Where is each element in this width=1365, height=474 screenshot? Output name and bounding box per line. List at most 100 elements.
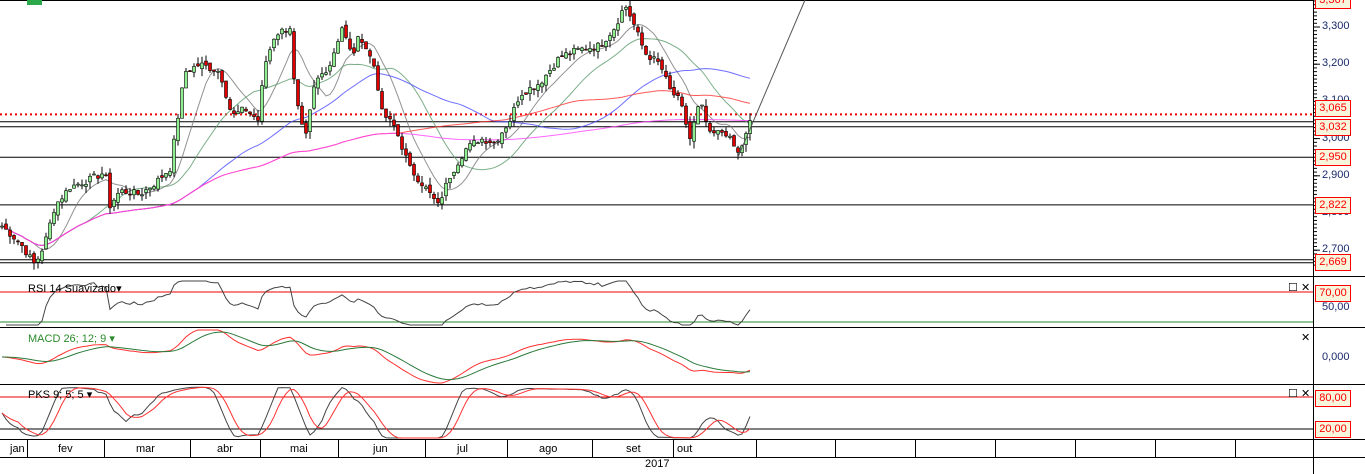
macd-pane-controls[interactable]: ✕ [1301,332,1310,344]
pks-title[interactable]: PKS 9; 5; 5 ▾ [28,388,92,401]
candle [20,242,24,246]
maximize-icon[interactable]: ☐ [1288,388,1298,400]
candle [384,108,388,118]
candle [592,48,596,51]
candle [496,140,500,143]
candle [272,38,276,49]
candle [96,175,100,179]
candle [676,92,680,96]
candle [720,130,724,133]
candle [388,116,392,120]
candle [60,198,64,203]
candle [396,124,400,137]
candle [528,87,532,94]
candle [72,184,76,189]
month-label: jan [10,443,25,455]
candle [572,48,576,55]
candle [356,36,360,52]
rsi-pane-controls[interactable]: ☐ ✕ [1288,282,1310,294]
candle [360,39,364,43]
candle [608,35,612,41]
price-axis-label: 3,200 [1322,57,1350,70]
level-tag: 2,950 [1315,149,1351,167]
candle [632,13,636,25]
candle [656,58,660,62]
candle [732,135,736,147]
rsi-title[interactable]: RSI 14 Suavizado▾ [28,282,122,295]
candle [84,184,88,187]
candle [156,177,160,190]
candle [180,87,184,119]
macd-title[interactable]: MACD 26; 12; 9 ▾ [28,332,115,345]
maximize-icon[interactable]: ☐ [1288,282,1298,294]
candle [256,116,260,121]
candle [76,183,80,186]
candle [288,28,292,35]
candle [200,62,204,69]
candle [508,121,512,128]
candle [328,65,332,72]
candle [276,34,280,40]
level-tag: 3,367 [1315,0,1351,9]
candle [696,106,700,125]
candle [432,193,436,199]
month-label: mai [290,443,308,455]
close-icon[interactable]: ✕ [1301,332,1310,344]
candle [700,104,704,107]
month-label: ago [539,443,558,455]
indicator-icon [27,0,42,5]
candle [300,105,304,125]
level-tag: 3,065 [1315,100,1351,118]
candle [36,258,40,263]
candle [444,182,448,197]
candle [316,77,320,89]
candle [520,95,524,101]
candle [224,80,228,98]
candle [268,49,272,62]
candle [668,75,672,90]
candle [452,171,456,176]
candle [312,86,316,109]
candle [400,136,404,150]
candle [264,61,268,88]
candle [476,142,480,145]
close-icon[interactable]: ✕ [1301,388,1310,400]
candle [468,143,472,151]
candle [708,123,712,132]
month-label: jun [373,443,388,455]
candle [4,223,8,230]
candle [120,189,124,193]
candle [644,45,648,55]
candle [600,45,604,47]
candle [296,79,300,107]
candle [132,189,136,196]
candle [240,106,244,113]
pks-pane-controls[interactable]: ☐ ✕ [1288,388,1310,400]
candle [504,127,508,133]
candle [416,175,420,183]
candle [68,189,72,192]
candle [380,91,384,110]
candle [168,171,172,176]
month-label: jul [457,443,469,455]
candle [192,66,196,73]
candle [436,198,440,204]
candle [336,41,340,54]
candle [484,141,488,144]
candle [516,101,520,106]
candle [728,135,732,138]
year-label: 2017 [645,458,670,470]
candle [612,29,616,38]
pks-d-line [1,386,751,439]
close-icon[interactable]: ✕ [1301,282,1310,294]
candle [228,99,232,110]
candle [344,24,348,38]
candle [160,175,164,178]
level-tag: 2,822 [1315,196,1351,214]
candle [128,193,132,196]
candle [116,192,120,203]
moving-average-9 [1,23,751,250]
price-chart[interactable] [0,0,1365,474]
candle [576,48,580,50]
candle [660,59,664,70]
